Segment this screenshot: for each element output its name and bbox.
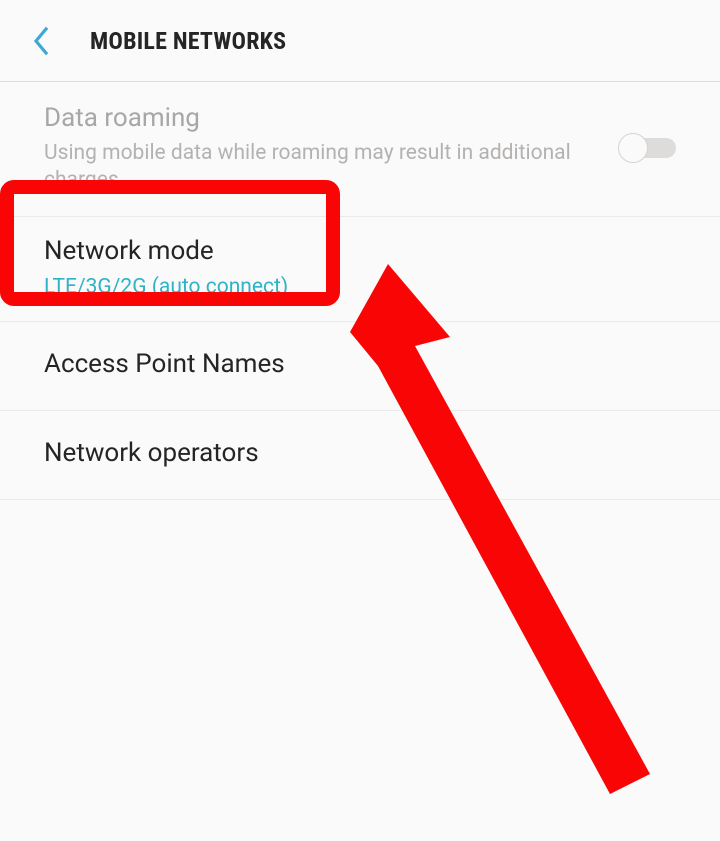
settings-list: Data roaming Using mobile data while roa… — [0, 82, 720, 500]
row-title: Network mode — [44, 235, 676, 269]
row-title: Access Point Names — [44, 348, 676, 382]
toggle-data-roaming[interactable] — [618, 132, 676, 164]
row-network-mode[interactable]: Network mode LTE/3G/2G (auto connect) — [0, 217, 720, 322]
toggle-knob — [618, 133, 648, 163]
page-title: MOBILE NETWORKS — [90, 27, 286, 55]
row-title: Data roaming — [44, 102, 602, 136]
row-title: Network operators — [44, 437, 676, 471]
row-subtitle: Using mobile data while roaming may resu… — [44, 140, 602, 195]
row-apn[interactable]: Access Point Names — [0, 322, 720, 411]
back-icon[interactable] — [30, 25, 52, 57]
row-network-operators[interactable]: Network operators — [0, 411, 720, 500]
header: MOBILE NETWORKS — [0, 0, 720, 82]
row-data-roaming[interactable]: Data roaming Using mobile data while roa… — [0, 82, 720, 217]
row-subtitle: LTE/3G/2G (auto connect) — [44, 275, 676, 299]
